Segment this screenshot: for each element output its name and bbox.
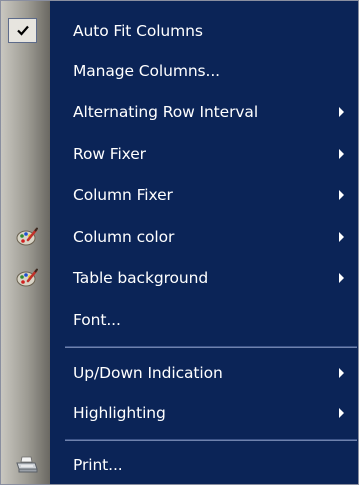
menu-item-label: Print... — [73, 456, 123, 474]
menu-item-label: Column color — [73, 228, 175, 246]
submenu-arrow-icon — [339, 273, 344, 283]
menu-item-label: Row Fixer — [73, 145, 146, 163]
check-indicator — [8, 18, 37, 43]
context-menu: Auto Fit Columns Manage Columns... Alter… — [0, 0, 359, 485]
menu-item-table-background[interactable]: Table background — [1, 258, 358, 298]
submenu-arrow-icon — [339, 107, 344, 117]
menu-item-font[interactable]: Font... — [1, 300, 358, 340]
submenu-arrow-icon — [339, 190, 344, 200]
submenu-arrow-icon — [339, 232, 344, 242]
menu-item-row-fixer[interactable]: Row Fixer — [1, 134, 358, 174]
menu-item-print[interactable]: Print... — [1, 445, 358, 485]
checkmark-icon — [17, 25, 29, 36]
menu-separator — [65, 346, 357, 348]
submenu-arrow-icon — [339, 149, 344, 159]
menu-item-alternating-row-interval[interactable]: Alternating Row Interval — [1, 92, 358, 132]
menu-item-label: Table background — [73, 269, 209, 287]
menu-item-label: Column Fixer — [73, 186, 173, 204]
menu-item-auto-fit-columns[interactable]: Auto Fit Columns — [1, 11, 358, 51]
menu-item-column-color[interactable]: Column color — [1, 217, 358, 257]
menu-item-highlighting[interactable]: Highlighting — [1, 393, 358, 433]
printer-icon — [16, 455, 38, 475]
menu-item-label: Manage Columns... — [73, 62, 221, 80]
paint-palette-icon — [16, 268, 38, 288]
menu-item-label: Up/Down Indication — [73, 364, 223, 382]
submenu-arrow-icon — [339, 408, 344, 418]
menu-item-up-down-indication[interactable]: Up/Down Indication — [1, 353, 358, 393]
paint-palette-icon — [16, 227, 38, 247]
menu-item-label: Alternating Row Interval — [73, 103, 259, 121]
menu-item-label: Auto Fit Columns — [73, 22, 203, 40]
menu-item-label: Font... — [73, 311, 121, 329]
menu-item-label: Highlighting — [73, 404, 166, 422]
menu-item-column-fixer[interactable]: Column Fixer — [1, 175, 358, 215]
menu-item-manage-columns[interactable]: Manage Columns... — [1, 51, 358, 91]
submenu-arrow-icon — [339, 368, 344, 378]
menu-separator — [65, 439, 357, 441]
